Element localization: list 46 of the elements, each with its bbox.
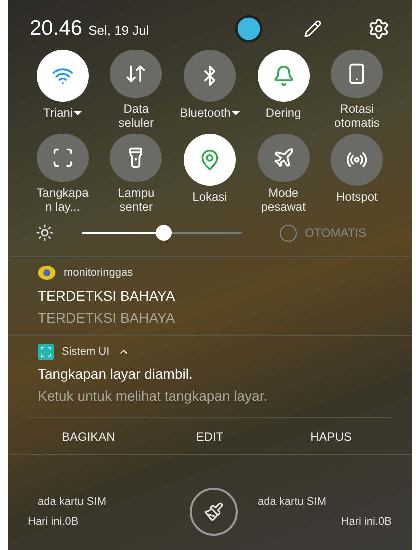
- toggle-label: Lokasi: [192, 190, 228, 204]
- auto-checkbox[interactable]: [280, 224, 297, 242]
- notification-text: Ketuk untuk melihat tangkapan layar.: [38, 387, 269, 406]
- notification-action-button[interactable]: BAGIKAN: [28, 426, 150, 448]
- bell-icon: [272, 65, 295, 87]
- notification-title: TERDETKSI BAHAYA: [38, 286, 176, 306]
- app-badge-icon: [38, 266, 56, 280]
- quick-toggle[interactable]: [331, 50, 384, 98]
- quick-toggle[interactable]: [110, 134, 162, 182]
- toggle-label: Mode pesawat: [260, 186, 307, 214]
- toggle-label: Triani: [44, 106, 74, 120]
- edit-icon[interactable]: [304, 20, 322, 38]
- toggle-label: Dering: [266, 106, 302, 120]
- slider-thumb[interactable]: [156, 225, 172, 241]
- data-usage: Hari ini.0B: [28, 515, 80, 530]
- quick-toggle[interactable]: [110, 50, 162, 98]
- data-arrows-icon: [125, 63, 148, 85]
- airplane-icon: [272, 147, 295, 169]
- toggle-label: Lampu senter: [117, 186, 156, 214]
- toggle-label: Hotspot: [336, 190, 378, 204]
- clear-all-button[interactable]: [190, 488, 238, 536]
- quick-toggle[interactable]: [258, 134, 310, 182]
- auto-label: OTOMATIS: [305, 225, 367, 242]
- screenshot-app-icon: [38, 344, 54, 360]
- notification-title: Tangkapan layar diambil.: [38, 365, 194, 384]
- toggle-label: Data seluler: [118, 102, 156, 130]
- sim-status: ada kartu SIM: [37, 494, 108, 510]
- notification-app-name: Sistem UI: [62, 344, 110, 360]
- notification-app-name: monitoringgas: [64, 266, 134, 281]
- settings-icon[interactable]: [368, 18, 390, 40]
- brush-icon: [204, 502, 224, 522]
- dropdown-caret-icon[interactable]: [74, 111, 82, 116]
- toggle-label: Tangkapan lay...: [36, 186, 90, 214]
- toggle-label: Rotasi otomatis: [334, 102, 381, 130]
- notification-action-button[interactable]: EDIT: [149, 426, 271, 448]
- quick-toggle[interactable]: [36, 134, 89, 182]
- toggle-label: Bluetooth: [180, 106, 231, 120]
- clock-time: 20.46: [30, 16, 83, 42]
- sim-status: ada kartu SIM: [257, 494, 328, 510]
- data-usage: Hari ini.0B: [341, 515, 392, 530]
- notification-text: TERDETKSI BAHAYA: [38, 308, 176, 328]
- screenshot-icon: [52, 147, 74, 169]
- date-text: Sel, 19 Jul: [88, 22, 150, 40]
- notification-action-button[interactable]: HAPUS: [270, 426, 392, 448]
- brightness-icon: [36, 224, 54, 242]
- dropdown-caret-icon[interactable]: [232, 111, 240, 116]
